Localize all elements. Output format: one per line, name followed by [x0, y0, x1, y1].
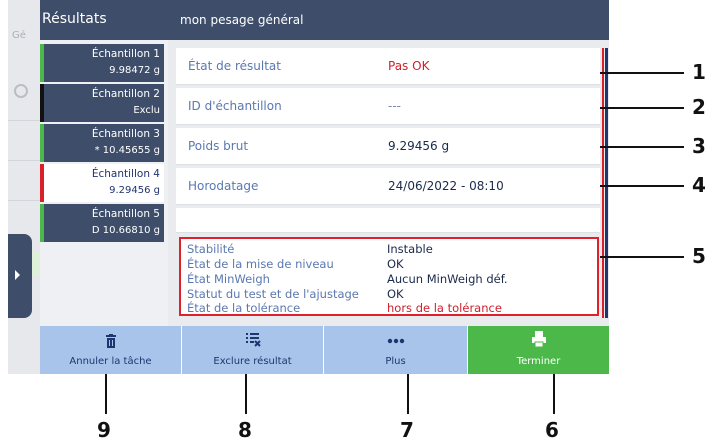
- sample-value: * 10.45655 g: [94, 145, 160, 156]
- chevron-right-icon: [15, 270, 20, 280]
- page-subtitle: mon pesage général: [180, 13, 304, 27]
- finish-label: Terminer: [516, 356, 561, 367]
- callout-number-1: 1: [692, 60, 706, 84]
- cancel-task-button[interactable]: Annuler la tâche: [40, 326, 182, 374]
- callout-number-7: 7: [400, 418, 414, 442]
- divider: [8, 200, 40, 201]
- detail-row-spacer: [176, 208, 600, 233]
- callout-line-1: [600, 72, 684, 74]
- callout-line-7: [407, 374, 409, 414]
- terminal-screen: Gé Résultats mon pesage général Échantil…: [8, 0, 609, 374]
- more-label: Plus: [385, 356, 406, 367]
- finish-button[interactable]: Terminer: [468, 326, 609, 374]
- more-dots-icon: [387, 338, 404, 344]
- sample-name: Échantillon 3: [91, 128, 160, 140]
- check-label: État de la mise de niveau: [187, 257, 334, 271]
- sample-item-4[interactable]: Échantillon 4 9.29456 g: [40, 164, 164, 202]
- divider: [8, 160, 40, 161]
- detail-value: 24/06/2022 - 08:10: [388, 179, 504, 193]
- sample-item-5[interactable]: Échantillon 5 D 10.66810 g: [40, 204, 164, 242]
- cancel-task-label: Annuler la tâche: [69, 356, 152, 367]
- trash-icon: [105, 334, 116, 348]
- status-indicator: [40, 124, 44, 162]
- callout-line-8: [245, 374, 247, 414]
- status-indicator: [40, 84, 44, 122]
- callout-number-5: 5: [692, 244, 706, 268]
- action-bar: Annuler la tâche Exclure résultat Plus T…: [40, 326, 609, 374]
- callout-number-4: 4: [692, 173, 706, 197]
- exclude-result-button[interactable]: Exclure résultat: [182, 326, 324, 374]
- results-panel: Résultats mon pesage général Échantillon…: [40, 0, 609, 374]
- exclude-list-icon: [245, 333, 261, 347]
- background-screen: Gé: [8, 0, 40, 374]
- callout-line-4: [600, 185, 684, 187]
- callout-line-9: [105, 374, 107, 414]
- check-value: hors de la tolérance: [387, 301, 502, 315]
- panel-header: Résultats mon pesage général: [40, 0, 609, 40]
- detail-label: État de résultat: [188, 59, 281, 73]
- scrollbar[interactable]: [602, 48, 608, 318]
- sample-name: Échantillon 5: [91, 208, 160, 220]
- detail-label: Poids brut: [188, 139, 249, 153]
- callout-number-2: 2: [692, 95, 706, 119]
- background-text: Gé: [12, 30, 26, 41]
- exclude-result-label: Exclure résultat: [213, 356, 292, 367]
- callout-number-3: 3: [692, 134, 706, 158]
- check-label: État MinWeigh: [187, 272, 270, 286]
- sample-item-3[interactable]: Échantillon 3 * 10.45655 g: [40, 124, 164, 162]
- detail-label: ID d'échantillon: [188, 99, 282, 113]
- radio-icon: [14, 84, 28, 98]
- callout-line-2: [600, 107, 684, 109]
- check-label: État de la tolérance: [187, 301, 301, 315]
- detail-value: ---: [388, 99, 401, 113]
- scrollbar-track: [602, 48, 604, 318]
- callout-line-5: [600, 256, 684, 258]
- callout-line-6: [553, 374, 555, 414]
- sample-name: Échantillon 1: [91, 48, 160, 60]
- status-indicator: [40, 44, 44, 82]
- sample-name: Échantillon 2: [91, 88, 160, 100]
- sample-name: Échantillon 4: [91, 168, 160, 180]
- sample-value: 9.29456 g: [109, 185, 160, 196]
- printer-icon: [531, 331, 546, 347]
- expand-tab[interactable]: [8, 234, 32, 318]
- callout-number-8: 8: [238, 418, 252, 442]
- status-indicator: [40, 164, 44, 202]
- check-value: Instable: [387, 242, 433, 256]
- detail-row-result-state: État de résultat Pas OK: [176, 48, 600, 85]
- callout-number-6: 6: [545, 418, 559, 442]
- divider: [8, 120, 40, 121]
- sample-item-1[interactable]: Échantillon 1 9.98472 g: [40, 44, 164, 82]
- sample-value: Exclu: [133, 105, 160, 116]
- sample-value: 9.98472 g: [109, 65, 160, 76]
- status-indicator: [40, 204, 44, 242]
- more-button[interactable]: Plus: [324, 326, 468, 374]
- callout-number-9: 9: [97, 418, 111, 442]
- result-details: État de résultat Pas OK ID d'échantillon…: [168, 40, 609, 326]
- detail-value: Pas OK: [388, 59, 430, 73]
- check-value: OK: [387, 257, 404, 271]
- check-status-group: Stabilité Instable État de la mise de ni…: [179, 237, 599, 316]
- sample-value: D 10.66810 g: [91, 225, 160, 236]
- callout-line-3: [600, 146, 684, 148]
- detail-value: 9.29456 g: [388, 139, 450, 153]
- detail-row-gross-weight: Poids brut 9.29456 g: [176, 128, 600, 165]
- detail-row-sample-id: ID d'échantillon ---: [176, 88, 600, 125]
- sample-item-2[interactable]: Échantillon 2 Exclu: [40, 84, 164, 122]
- page-title: Résultats: [42, 11, 107, 27]
- sample-list: Échantillon 1 9.98472 g Échantillon 2 Ex…: [40, 40, 168, 326]
- check-label: Stabilité: [187, 242, 235, 256]
- check-value: OK: [387, 287, 404, 301]
- scrollbar-thumb[interactable]: [605, 48, 608, 318]
- check-label: Statut du test et de l'ajustage: [187, 287, 359, 301]
- check-value: Aucun MinWeigh déf.: [387, 272, 508, 286]
- detail-label: Horodatage: [188, 179, 259, 193]
- detail-row-timestamp: Horodatage 24/06/2022 - 08:10: [176, 168, 600, 205]
